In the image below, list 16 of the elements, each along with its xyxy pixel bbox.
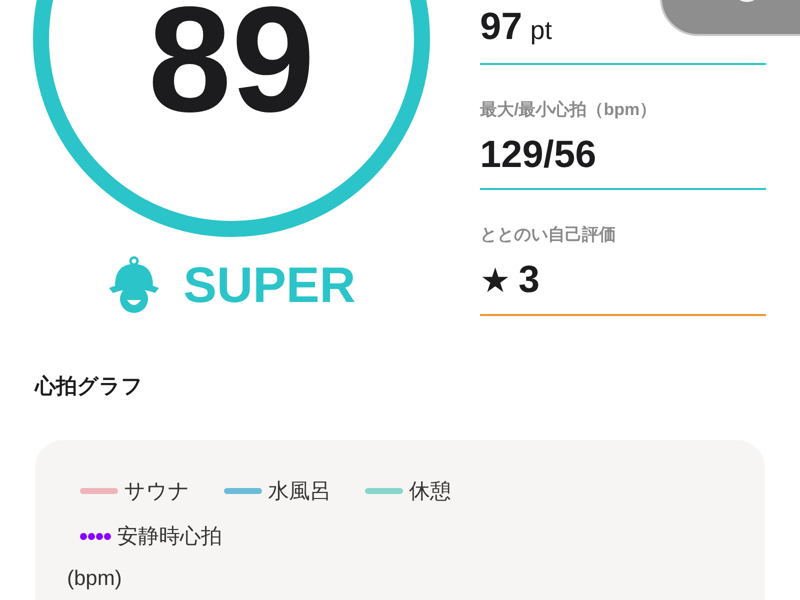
stat-label: 最大/最小心拍（bpm） (480, 99, 657, 122)
stat-value: 97 (480, 5, 522, 50)
legend-label: 水風呂 (268, 478, 331, 504)
score-value: 89 (148, 4, 315, 114)
stat-value: 129/56 (480, 133, 596, 178)
star-icon: ★ (480, 257, 510, 305)
legend-label: 安静時心拍 (117, 524, 222, 550)
stat-label: ととのい自己評価 (480, 224, 616, 246)
stat-value: 3 (518, 258, 540, 303)
legend-label: サウナ (124, 478, 190, 504)
axis-unit: (bpm) (67, 566, 122, 592)
legend-label: 休憩 (409, 478, 451, 504)
stat-unit: pt (530, 14, 552, 47)
grade-label: SUPER (183, 256, 356, 314)
mascot-icon (107, 256, 162, 314)
section-title: 心拍グラフ (35, 374, 143, 400)
